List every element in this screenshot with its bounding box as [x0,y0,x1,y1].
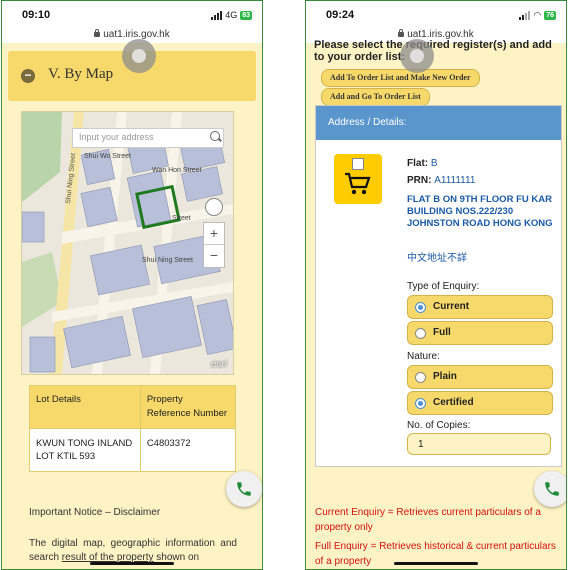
zoom-out-button[interactable]: − [204,244,224,266]
disclaimer-heading: Important Notice – Disclaimer [29,507,161,518]
phone-screenshot-left: 09:10 4G 83 uat1.iris.gov.hk − V. By Map [1,0,263,570]
cart-tile[interactable] [334,154,382,204]
table-row[interactable]: KWUN TONG INLAND LOT KTIL 593 C4803372 [29,428,237,472]
option-label: Plain [433,371,457,382]
page-content: − V. By Map Shui Ning Street Shui Wo Str… [2,43,262,569]
street-label: Wan Hon Street [152,167,202,174]
table-header-lot: Lot Details [29,385,141,429]
option-plain[interactable]: Plain [407,365,553,389]
status-bar: 09:10 4G 83 [2,1,262,29]
panel-title: Address / Details: [316,106,561,140]
add-and-go-button[interactable]: Add and Go To Order List [321,88,430,106]
phone-icon [545,482,559,496]
prn-label: PRN: [407,175,432,186]
zoom-control[interactable]: + − [203,222,225,268]
map-attribution: esri [210,359,227,370]
locate-icon[interactable] [205,198,223,216]
street-label: Shui Ning Street [142,257,193,264]
lock-icon [94,29,101,37]
phone-icon [237,482,251,496]
signal-icon [519,11,531,20]
status-bar: 09:24 ◠ 76 [306,1,566,29]
disclaimer-paragraph: The digital map, geographic information … [29,537,237,565]
nature-label: Nature: [407,351,440,362]
option-label: Current [433,301,470,312]
call-button[interactable] [226,471,262,507]
flat-value: B [430,158,438,169]
collapse-icon[interactable]: − [21,69,35,83]
section-title: V. By Map [48,66,114,82]
radio-icon[interactable] [415,328,426,339]
current-enquiry-note: Current Enquiry = Retrieves current part… [315,507,541,533]
zoom-in-button[interactable]: + [204,223,224,244]
call-button[interactable] [534,471,566,507]
radio-selected-icon[interactable] [415,302,426,313]
copies-label: No. of Copies: [407,420,471,431]
status-indicators: 4G 83 [211,10,252,20]
battery-icon: 83 [240,10,252,20]
prn-value: A1111111 [434,175,476,186]
network-type: 4G [225,10,238,20]
status-time: 09:24 [326,9,355,21]
status-indicators: ◠ 76 [519,10,556,21]
chinese-address: 中文地址不詳 [407,253,467,264]
street-label: Street [172,215,191,222]
search-placeholder: Input your address [79,132,154,142]
enquiry-type-label: Type of Enquiry: [407,281,480,292]
search-icon[interactable] [210,131,220,141]
street-label: Shui Wo Street [84,153,131,160]
page-content: Please select the required register(s) a… [306,39,566,569]
radio-selected-icon[interactable] [415,398,426,409]
battery-icon: 76 [544,11,556,20]
property-address: FLAT B ON 9TH FLOOR FU KAR BUILDING NOS.… [407,194,553,229]
shopping-cart-icon [345,172,371,195]
address-details-panel: Address / Details: Flat: B PRN: A1111111… [315,105,562,467]
drag-handle-icon[interactable] [122,39,156,73]
status-time: 09:10 [22,9,51,21]
phone-screenshot-right: 09:24 ◠ 76 uat1.iris.gov.hk Please selec… [305,0,567,570]
home-indicator [394,562,478,565]
lot-details-table: Lot Details Property Reference Number KW… [29,385,237,472]
flat-line: Flat: B [407,158,438,169]
signal-icon [211,10,223,20]
map-search-input[interactable]: Input your address [72,128,224,148]
copies-input[interactable]: 1 [407,433,551,455]
option-full[interactable]: Full [407,321,553,345]
table-header-prn: Property Reference Number [139,385,237,429]
option-label: Full [433,327,451,338]
prn-cell: C4803372 [139,428,237,472]
prn-line: PRN: A1111111 [407,175,475,186]
option-label: Certified [433,397,474,408]
option-current[interactable]: Current [407,295,553,319]
map-view[interactable]: Shui Ning Street Shui Wo Street Shui Nin… [21,111,234,375]
radio-icon[interactable] [415,372,426,383]
flat-label: Flat: [407,158,429,169]
instruction-text: Please select the required register(s) a… [314,39,552,63]
lot-cell: KWUN TONG INLAND LOT KTIL 593 [29,428,141,472]
drag-handle-icon[interactable] [400,39,434,73]
add-to-order-new-button[interactable]: Add To Order List and Make New Order [321,69,480,87]
home-indicator [90,562,174,565]
wifi-icon: ◠ [533,10,542,20]
option-certified[interactable]: Certified [407,391,553,415]
map-canvas[interactable]: Shui Ning Street Shui Wo Street Shui Nin… [22,112,233,374]
lock-icon [398,29,405,37]
select-checkbox[interactable] [352,158,364,170]
